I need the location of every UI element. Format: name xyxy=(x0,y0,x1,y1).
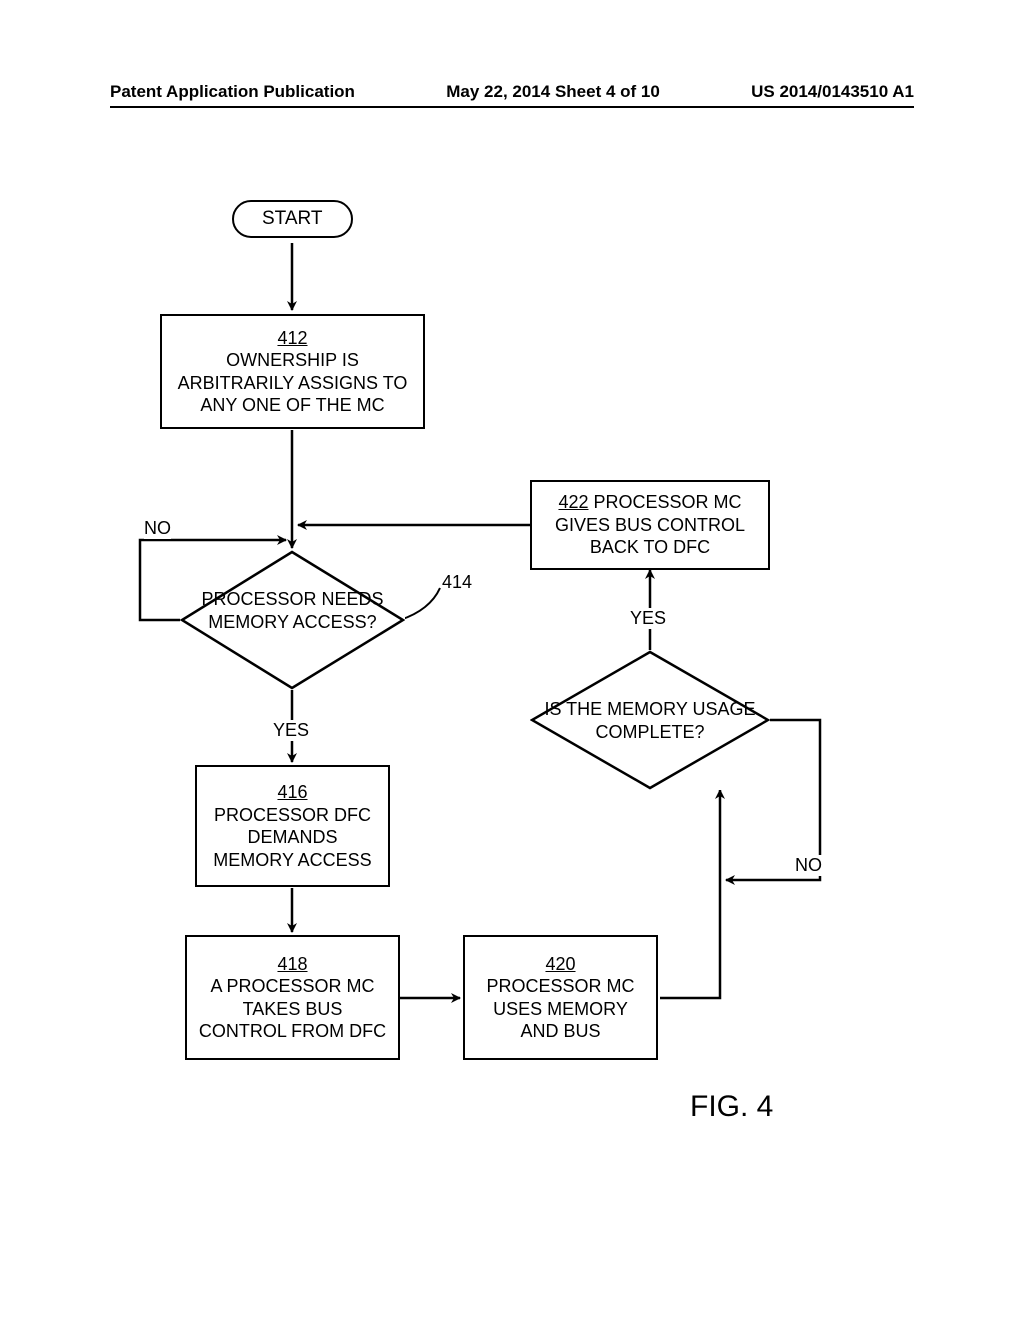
figure-caption: FIG. 4 xyxy=(690,1090,773,1124)
box-412-text: OWNERSHIP IS ARBITRARILY ASSIGNS TO ANY … xyxy=(172,349,413,417)
label-no-usage: NO xyxy=(795,855,822,876)
box-416-text: PROCESSOR DFC DEMANDS MEMORY ACCESS xyxy=(207,804,378,872)
connectors xyxy=(0,0,1024,1320)
label-yes-414: YES xyxy=(273,720,309,741)
start-label: START xyxy=(262,208,323,229)
decision-414-text: PROCESSOR NEEDS MEMORY ACCESS? xyxy=(180,588,405,633)
decision-usage-complete: IS THE MEMORY USAGE COMPLETE? xyxy=(530,650,770,790)
box-418: 418 A PROCESSOR MC TAKES BUS CONTROL FRO… xyxy=(185,935,400,1060)
box-416-ref: 416 xyxy=(277,781,307,804)
decision-usage-text: IS THE MEMORY USAGE COMPLETE? xyxy=(530,698,770,743)
box-420-text: PROCESSOR MC USES MEMORY AND BUS xyxy=(475,975,646,1043)
box-418-text: A PROCESSOR MC TAKES BUS CONTROL FROM DF… xyxy=(197,975,388,1043)
box-420-ref: 420 xyxy=(545,953,575,976)
box-416: 416 PROCESSOR DFC DEMANDS MEMORY ACCESS xyxy=(195,765,390,887)
label-yes-usage: YES xyxy=(630,608,666,629)
box-412-ref: 412 xyxy=(277,327,307,350)
box-422-ref: 422 xyxy=(558,492,588,512)
decision-414-ref: 414 xyxy=(442,572,472,593)
flowchart: START 412 OWNERSHIP IS ARBITRARILY ASSIG… xyxy=(0,0,1024,1320)
start-terminal: START xyxy=(232,200,353,238)
box-418-ref: 418 xyxy=(277,953,307,976)
label-no-414: NO xyxy=(144,518,171,539)
box-420: 420 PROCESSOR MC USES MEMORY AND BUS xyxy=(463,935,658,1060)
box-422: 422 PROCESSOR MC GIVES BUS CONTROL BACK … xyxy=(530,480,770,570)
box-412: 412 OWNERSHIP IS ARBITRARILY ASSIGNS TO … xyxy=(160,314,425,429)
decision-414: PROCESSOR NEEDS MEMORY ACCESS? xyxy=(180,550,405,690)
